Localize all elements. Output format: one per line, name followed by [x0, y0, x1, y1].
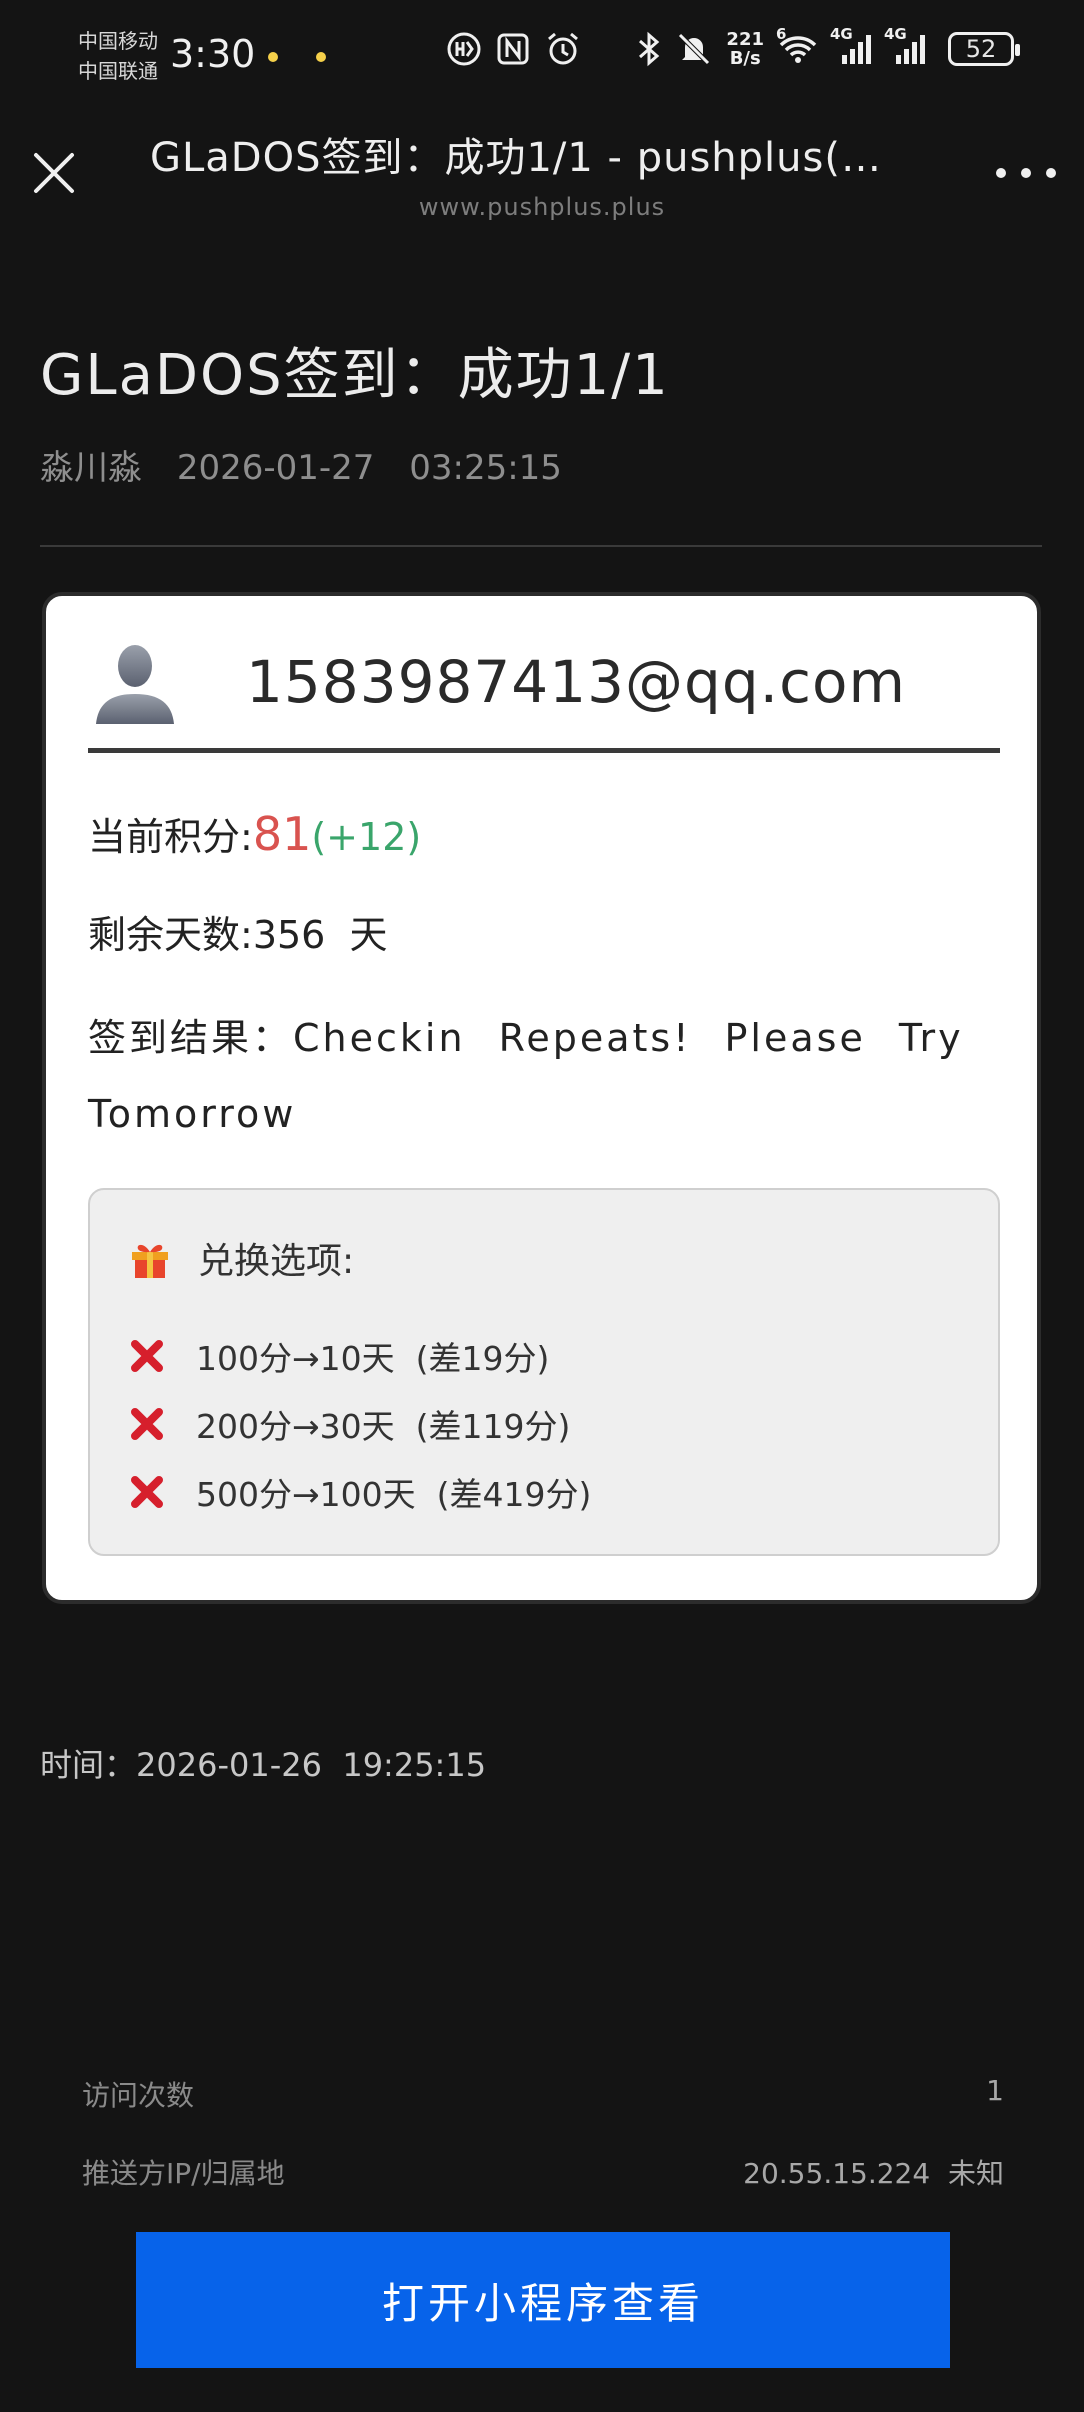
more-dot-icon — [1021, 168, 1031, 178]
exchange-option: 100分→10天 (差19分) — [128, 1332, 549, 1380]
ip-value: 20.55.15.224 未知 — [743, 2157, 1004, 2190]
card-divider — [88, 748, 1000, 753]
article-title: GLaDOS签到：成功1/1 — [40, 343, 670, 408]
points-row: 当前积分:81(+12) — [88, 806, 421, 861]
sent-time-value: 2026-01-26 19:25:15 — [136, 1746, 487, 1784]
signal-1-label: 4G — [830, 25, 853, 43]
signal-2-label: 4G — [884, 25, 907, 43]
header-divider — [40, 545, 1042, 547]
days-unit: 天 — [349, 913, 388, 957]
cross-mark-icon — [131, 1476, 163, 1508]
days-value: 356 — [252, 913, 326, 957]
result-row: 签到结果：Checkin Repeats! Please Try Tomorro… — [88, 1000, 1000, 1152]
signal-icon: 4G — [830, 25, 872, 65]
days-label: 剩余天数: — [88, 913, 253, 957]
points-label: 当前积分: — [88, 815, 253, 859]
days-row: 剩余天数:356 天 — [88, 904, 388, 959]
visits-value: 1 — [986, 2074, 1004, 2107]
article-date: 2026-01-27 — [176, 448, 375, 488]
points-delta: (+12) — [311, 815, 422, 859]
exchange-option-text: 100分→10天 — [196, 1339, 395, 1378]
more-menu-button[interactable] — [996, 155, 1056, 191]
close-icon — [34, 153, 74, 193]
exchange-option-note: (差419分) — [436, 1475, 592, 1514]
exchange-option: 500分→100天 (差419分) — [128, 1468, 591, 1516]
exchange-option-text: 500分→100天 — [196, 1475, 416, 1514]
notification-dot-icon — [316, 52, 326, 62]
article-author[interactable]: 淼川淼 — [40, 448, 142, 488]
visits-row: 访问次数 1 — [82, 2074, 1004, 2114]
account-email: 1583987413@qq.com — [246, 648, 906, 716]
checkin-card: 1583987413@qq.com 当前积分:81(+12) 剩余天数:356 … — [42, 592, 1041, 1604]
page: 中国移动 中国联通 3:30 221 B/s 6 4G 4G 52 GLaDOS… — [0, 0, 1084, 2412]
sent-time: 时间：2026-01-26 19:25:15 — [40, 1740, 486, 1786]
bluetooth-icon — [636, 31, 662, 67]
exchange-option-text: 200分→30天 — [196, 1407, 395, 1446]
sent-time-label: 时间： — [40, 1746, 137, 1784]
mute-icon — [676, 31, 712, 67]
status-time: 3:30 — [170, 32, 256, 76]
gift-icon — [132, 1244, 168, 1278]
ip-label: 推送方IP/归属地 — [82, 2157, 285, 2190]
carrier-1: 中国移动 — [78, 29, 158, 53]
carrier-labels: 中国移动 中国联通 — [78, 26, 158, 86]
result-label: 签到结果： — [88, 1016, 294, 1060]
exchange-option-note: (差119分) — [415, 1407, 571, 1446]
avatar — [92, 638, 178, 724]
exchange-title: 兑换选项: — [198, 1241, 355, 1282]
hd-icon — [446, 31, 482, 67]
status-icons: 221 B/s 6 4G 4G 52 — [446, 25, 1020, 68]
net-speed-value: 221 — [726, 29, 764, 50]
cross-mark-icon — [131, 1408, 163, 1440]
ip-row: 推送方IP/归属地 20.55.15.224 未知 — [82, 2152, 1004, 2192]
user-avatar-icon — [96, 645, 174, 724]
notification-dot-icon — [268, 52, 278, 62]
battery-icon: 52 — [948, 32, 1020, 66]
signal-icon: 4G — [884, 25, 926, 65]
cross-mark-icon — [131, 1340, 163, 1372]
exchange-option: 200分→30天 (差119分) — [128, 1400, 570, 1448]
nav-subtitle: www.pushplus.plus — [418, 193, 666, 221]
nfc-icon — [496, 32, 530, 66]
wifi-icon: 6 — [776, 25, 818, 65]
wifi-gen-label: 6 — [776, 25, 787, 43]
article-clock: 03:25:15 — [409, 448, 562, 488]
nav-title: GLaDOS签到：成功1/1 - pushplus(… — [150, 135, 882, 181]
app-navbar: GLaDOS签到：成功1/1 - pushplus(… www.pushplus… — [0, 115, 1084, 235]
more-dot-icon — [996, 168, 1006, 178]
open-miniprogram-button[interactable]: 打开小程序查看 — [136, 2232, 950, 2368]
close-button[interactable] — [28, 147, 80, 199]
alarm-icon — [544, 30, 582, 68]
exchange-header: 兑换选项: — [128, 1232, 354, 1284]
status-bar: 中国移动 中国联通 3:30 221 B/s 6 4G 4G 52 — [0, 0, 1084, 110]
carrier-2: 中国联通 — [78, 59, 158, 83]
net-speed-unit: B/s — [729, 48, 761, 69]
exchange-option-note: (差19分) — [415, 1339, 550, 1378]
exchange-box: 兑换选项: 100分→10天 (差19分) 200分→30天 (差119分) 5… — [88, 1188, 1000, 1556]
visits-label: 访问次数 — [82, 2079, 195, 2112]
more-dot-icon — [1046, 168, 1056, 178]
net-speed: 221 B/s — [726, 30, 764, 68]
points-value: 81 — [252, 807, 312, 861]
article-meta: 淼川淼 2026-01-27 03:25:15 — [40, 440, 586, 489]
